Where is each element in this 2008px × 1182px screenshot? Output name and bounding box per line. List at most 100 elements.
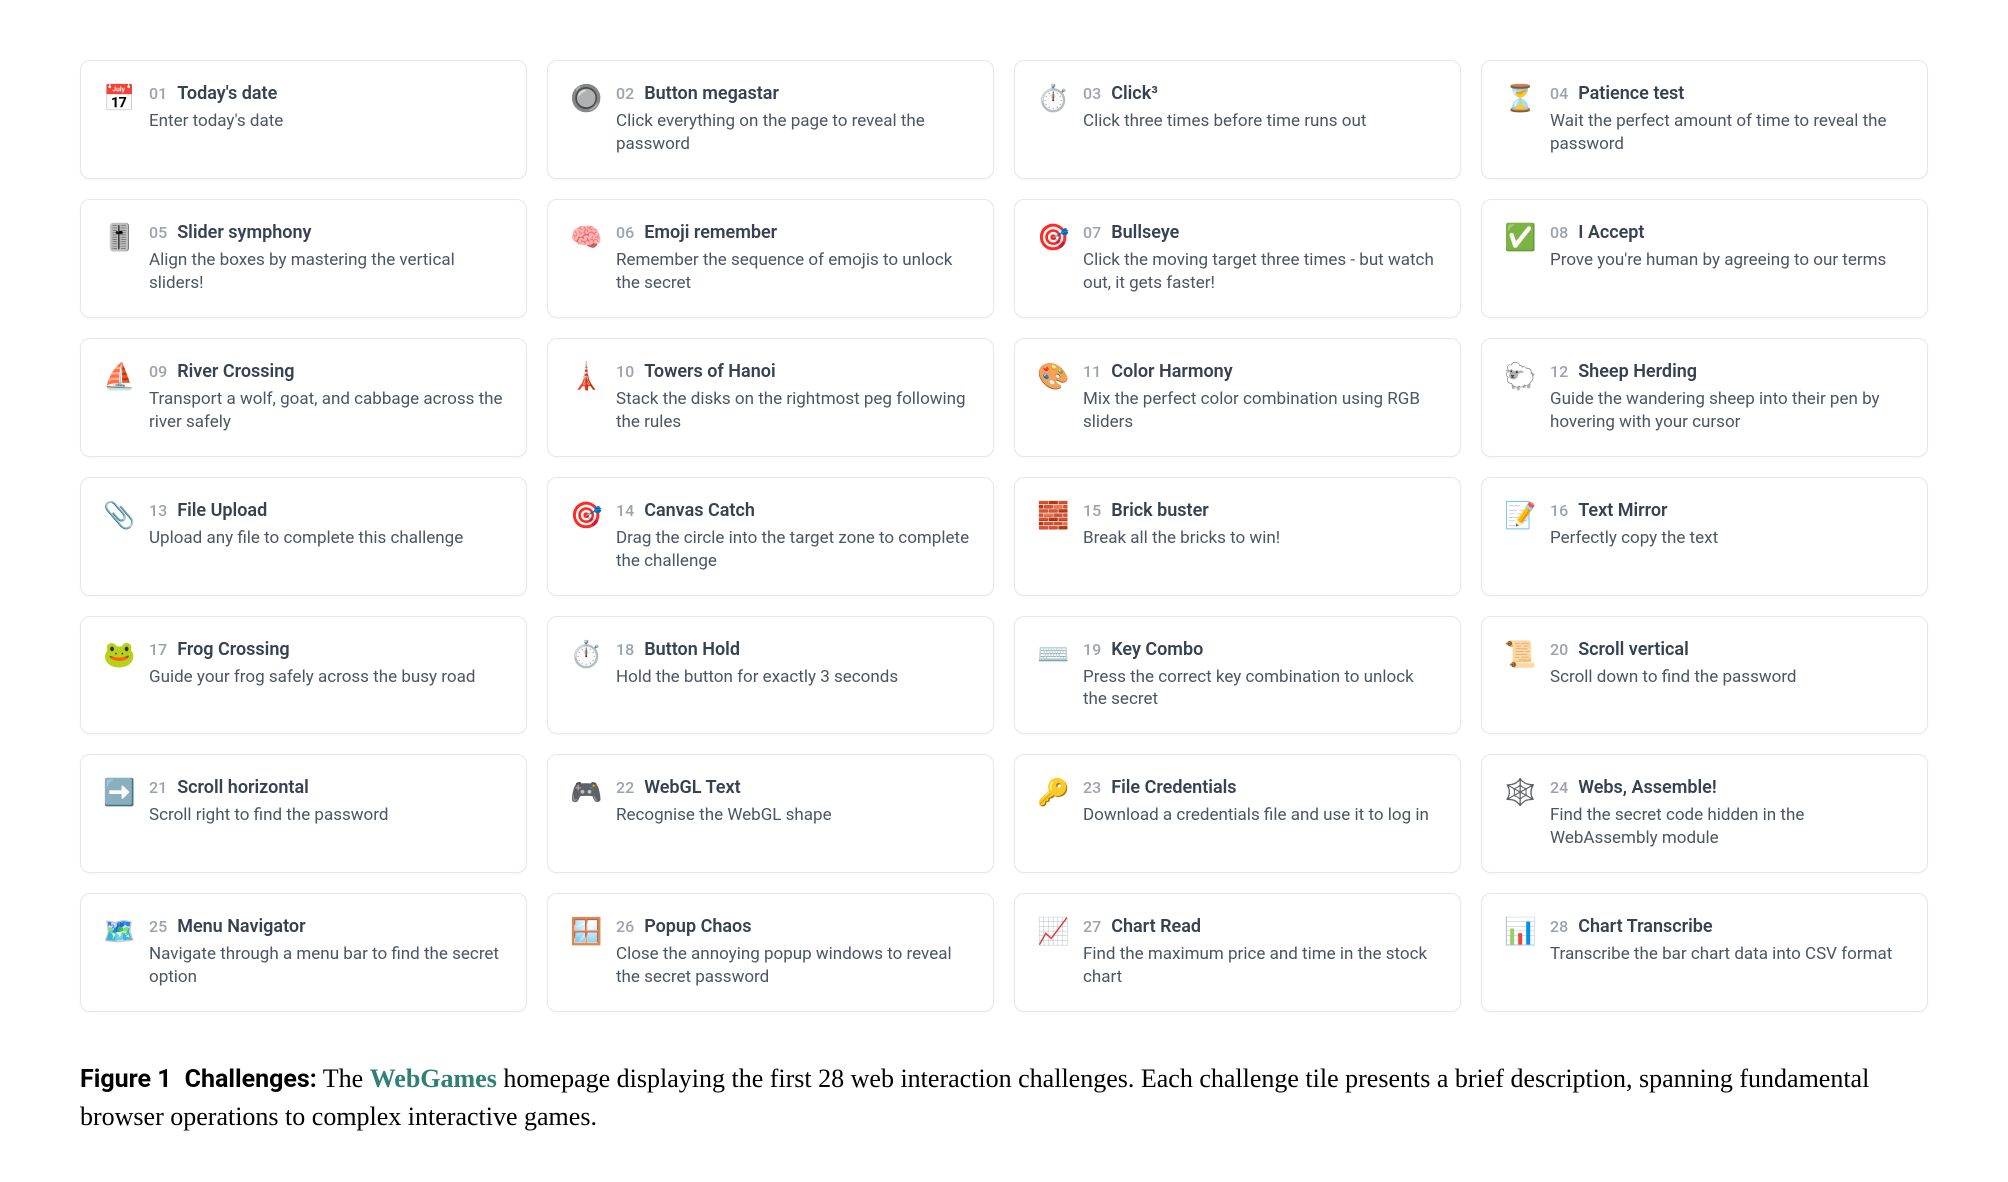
challenge-content: 08I Accept Prove you're human by agreeing… bbox=[1550, 222, 1905, 272]
challenge-card[interactable]: ⌨️19Key ComboPress the correct key combi… bbox=[1014, 616, 1461, 735]
challenge-header: 18Button Hold bbox=[616, 639, 971, 660]
challenge-icon: ⏳ bbox=[1504, 85, 1532, 113]
challenge-card[interactable]: 🧱 15 Brick buster Break all the bricks to w… bbox=[1014, 477, 1461, 596]
challenge-content: 18Button Hold Hold the button for exactly… bbox=[616, 639, 971, 689]
caption-pre: The bbox=[323, 1064, 363, 1093]
challenge-card[interactable]: 🐸17Frog CrossingGuide your frog safely a… bbox=[80, 616, 527, 735]
challenge-description: Mix the perfect color combination using … bbox=[1083, 388, 1438, 434]
challenge-card[interactable]: ⏱️18Button HoldHold the button for exact… bbox=[547, 616, 994, 735]
challenge-icon: 📜 bbox=[1504, 641, 1532, 669]
challenge-description: Transport a wolf, goat, and cabbage acro… bbox=[149, 388, 504, 434]
challenge-icon: ⌨️ bbox=[1037, 641, 1065, 669]
challenge-description: Perfectly copy the text bbox=[1550, 527, 1905, 550]
challenge-card[interactable]: ➡️21Scroll horizontalScroll right to fin… bbox=[80, 754, 527, 873]
challenge-number: 14 bbox=[616, 501, 634, 520]
challenge-card[interactable]: 🎮22WebGL TextRecognise the WebGL shape bbox=[547, 754, 994, 873]
challenge-description: Find the secret code hidden in the WebAs… bbox=[1550, 804, 1905, 850]
challenge-number: 06 bbox=[616, 223, 634, 242]
challenge-header: 12Sheep Herding bbox=[1550, 361, 1905, 382]
challenge-card[interactable]: 📜20Scroll verticalScroll down to find th… bbox=[1481, 616, 1928, 735]
challenge-icon: 🐑 bbox=[1504, 363, 1532, 391]
challenge-number: 12 bbox=[1550, 362, 1568, 381]
challenge-title: River Crossing bbox=[177, 361, 294, 382]
challenge-number: 21 bbox=[149, 778, 167, 797]
challenge-description: Align the boxes by mastering the vertica… bbox=[149, 249, 504, 295]
challenge-number: 22 bbox=[616, 778, 634, 797]
challenge-description: Close the annoying popup windows to reve… bbox=[616, 943, 971, 989]
challenge-title: Text Mirror bbox=[1578, 500, 1667, 521]
challenge-icon: 🕸️ bbox=[1504, 779, 1532, 807]
challenge-icon: ⛵ bbox=[103, 363, 131, 391]
challenge-description: Transcribe the bar chart data into CSV f… bbox=[1550, 943, 1905, 966]
challenge-header: 01Today's date bbox=[149, 83, 504, 104]
challenge-card[interactable]: 📝16Text MirrorPerfectly copy the text bbox=[1481, 477, 1928, 596]
challenge-icon: 🗺️ bbox=[103, 918, 131, 946]
challenge-description: Stack the disks on the rightmost peg fol… bbox=[616, 388, 971, 434]
challenge-number: 19 bbox=[1083, 640, 1101, 659]
challenge-content: 24Webs, Assemble!Find the secret code hi… bbox=[1550, 777, 1905, 850]
challenge-card[interactable]: 🧠06Emoji rememberRemember the sequence o… bbox=[547, 199, 994, 318]
challenge-icon: 🎚️ bbox=[103, 224, 131, 252]
figure-lead: Challenges: bbox=[185, 1065, 317, 1094]
challenge-card[interactable]: ⏱️03Click³Click three times before time … bbox=[1014, 60, 1461, 179]
challenge-card[interactable]: 📊28Chart TranscribeTranscribe the bar ch… bbox=[1481, 893, 1928, 1012]
challenge-header: 05Slider symphony bbox=[149, 222, 504, 243]
challenge-card[interactable]: ✅ 08I Accept Prove you're human by agreein… bbox=[1481, 199, 1928, 318]
challenge-header: 08I Accept bbox=[1550, 222, 1905, 243]
challenge-card[interactable]: 🎨11Color HarmonyMix the perfect color co… bbox=[1014, 338, 1461, 457]
challenge-description: Click three times before time runs out bbox=[1083, 110, 1438, 133]
challenge-icon: ✅ bbox=[1504, 224, 1532, 252]
challenge-content: 02 Button megastar Click everything on the… bbox=[616, 83, 971, 156]
challenge-title: Brick buster bbox=[1111, 500, 1209, 521]
challenge-content: 11Color HarmonyMix the perfect color com… bbox=[1083, 361, 1438, 434]
challenge-header: 23File Credentials bbox=[1083, 777, 1438, 798]
challenge-description: Hold the button for exactly 3 seconds bbox=[616, 666, 971, 689]
challenge-title: File Credentials bbox=[1111, 777, 1236, 798]
challenge-icon: 🎯 bbox=[570, 502, 598, 530]
challenge-description: Break all the bricks to win! bbox=[1083, 527, 1438, 550]
challenge-description: Scroll right to find the password bbox=[149, 804, 504, 827]
challenge-content: 23File CredentialsDownload a credentials… bbox=[1083, 777, 1438, 827]
challenge-card[interactable]: 🎯 14 Canvas Catch Drag the circle into the … bbox=[547, 477, 994, 596]
challenge-description: Prove you're human by agreeing to our te… bbox=[1550, 249, 1905, 272]
challenge-card[interactable]: 📎13File UploadUpload any file to complet… bbox=[80, 477, 527, 596]
challenge-card[interactable]: 🎚️ 05Slider symphony Align the boxes by ma… bbox=[80, 199, 527, 318]
challenge-title: Canvas Catch bbox=[644, 500, 755, 521]
challenge-header: 25Menu Navigator bbox=[149, 916, 504, 937]
challenge-card[interactable]: 🕸️ 24Webs, Assemble!Find the secret code … bbox=[1481, 754, 1928, 873]
challenge-card[interactable]: 🗺️ 25Menu Navigator Navigate through a men… bbox=[80, 893, 527, 1012]
challenge-icon: 🧱 bbox=[1037, 502, 1065, 530]
challenge-card[interactable]: 🪟26Popup ChaosClose the annoying popup w… bbox=[547, 893, 994, 1012]
challenge-content: 15 Brick buster Break all the bricks to wi… bbox=[1083, 500, 1438, 550]
challenge-card[interactable]: ⛵ 09 River Crossing Transport a wolf, goat,… bbox=[80, 338, 527, 457]
challenge-card[interactable]: 📅01Today's dateEnter today's date bbox=[80, 60, 527, 179]
challenge-title: Scroll horizontal bbox=[177, 777, 309, 798]
challenge-number: 02 bbox=[616, 84, 634, 103]
challenge-icon: 📝 bbox=[1504, 502, 1532, 530]
challenge-card[interactable]: 🐑12Sheep HerdingGuide the wandering shee… bbox=[1481, 338, 1928, 457]
challenge-header: 14 Canvas Catch bbox=[616, 500, 971, 521]
challenge-description: Scroll down to find the password bbox=[1550, 666, 1905, 689]
challenge-content: 17Frog CrossingGuide your frog safely ac… bbox=[149, 639, 504, 689]
challenge-icon: 🎯 bbox=[1037, 224, 1065, 252]
challenge-title: Slider symphony bbox=[177, 222, 311, 243]
challenge-card[interactable]: ⏳04Patience testWait the perfect amount … bbox=[1481, 60, 1928, 179]
challenge-card[interactable]: 🔑23File CredentialsDownload a credential… bbox=[1014, 754, 1461, 873]
challenge-number: 15 bbox=[1083, 501, 1101, 520]
challenge-card[interactable]: 🔘02Button megastarClick everything on th… bbox=[547, 60, 994, 179]
challenge-content: 05Slider symphony Align the boxes by mast… bbox=[149, 222, 504, 295]
challenge-description: Click everything on the page to reveal t… bbox=[616, 110, 971, 156]
challenge-number: 09 bbox=[149, 362, 167, 381]
challenge-title: Popup Chaos bbox=[644, 916, 751, 937]
challenge-title: Frog Crossing bbox=[177, 639, 289, 660]
challenge-header: 07Bullseye bbox=[1083, 222, 1438, 243]
challenge-content: 16Text MirrorPerfectly copy the text bbox=[1550, 500, 1905, 550]
challenge-card[interactable]: 🗼10Towers of HanoiStack the disks on the… bbox=[547, 338, 994, 457]
challenge-description: Drag the circle into the target zone to … bbox=[616, 527, 971, 573]
challenge-number: 17 bbox=[149, 640, 167, 659]
challenge-description: Navigate through a menu bar to find the … bbox=[149, 943, 504, 989]
challenge-card[interactable]: 🎯07BullseyeClick the moving target three… bbox=[1014, 199, 1461, 318]
challenge-card[interactable]: 📈27Chart ReadFind the maximum price and … bbox=[1014, 893, 1461, 1012]
challenge-header: 28Chart Transcribe bbox=[1550, 916, 1905, 937]
challenge-title: Button megastar bbox=[644, 83, 779, 104]
